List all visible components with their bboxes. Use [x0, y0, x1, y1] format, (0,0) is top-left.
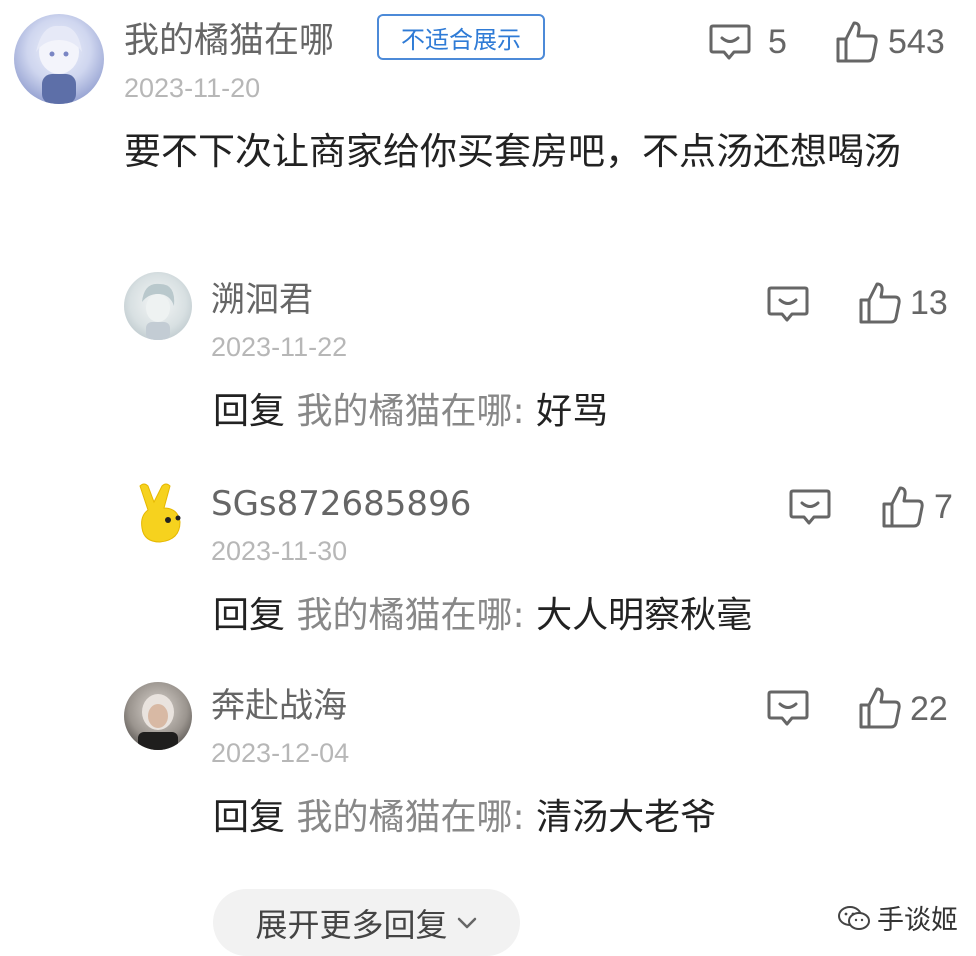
like-icon[interactable] [834, 19, 880, 65]
reply-target[interactable]: 我的橘猫在哪: [296, 391, 524, 432]
avatar-image-icon [139, 483, 181, 543]
reply-content: 好骂 [536, 391, 609, 432]
like-count: 22 [910, 690, 948, 728]
avatar-image-icon [138, 694, 178, 750]
avatar-image-icon [36, 25, 82, 104]
reply-author[interactable]: 溯洄君 [211, 283, 313, 317]
reply-author[interactable]: SGs872685896 [211, 487, 471, 521]
reply-text: 回复 我的橘猫在哪: 大人明察秋毫 [213, 598, 752, 634]
comment-icon[interactable] [766, 688, 810, 730]
reply-date: 2023-11-22 [211, 332, 348, 362]
like-icon[interactable] [857, 280, 903, 326]
reply-content: 清汤大老爷 [536, 797, 717, 838]
avatar[interactable] [124, 478, 192, 546]
expand-replies-label: 展开更多回复 [255, 905, 448, 944]
unsuitable-badge: 不适合展示 [377, 14, 545, 60]
watermark-text: 手谈姬 [877, 905, 958, 936]
wechat-icon [838, 905, 870, 930]
reply-text: 回复 我的橘猫在哪: 清汤大老爷 [213, 800, 716, 836]
comment-text: 要不下次让商家给你买套房吧，不点汤还想喝汤 [124, 130, 901, 173]
like-icon[interactable] [857, 685, 903, 731]
reply-text: 回复 我的橘猫在哪: 好骂 [213, 394, 608, 430]
reply-prefix: 回复 [213, 595, 286, 636]
avatar[interactable] [124, 272, 192, 340]
comment-date: 2023-11-20 [124, 73, 261, 103]
reply-content: 大人明察秋毫 [536, 595, 753, 636]
reply-target[interactable]: 我的橘猫在哪: [296, 595, 524, 636]
reply-prefix: 回复 [213, 797, 286, 838]
reply-author[interactable]: 奔赴战海 [211, 689, 347, 723]
reply-date: 2023-12-04 [211, 738, 350, 768]
comment-icon[interactable] [788, 487, 832, 529]
avatar[interactable] [124, 682, 192, 750]
reply-date: 2023-11-30 [211, 536, 348, 566]
avatar-image-icon [142, 283, 175, 340]
expand-replies-button[interactable]: 展开更多回复 [213, 889, 520, 956]
like-icon[interactable] [880, 484, 926, 530]
comment-icon[interactable] [708, 22, 752, 64]
like-count: 13 [910, 284, 948, 322]
reply-prefix: 回复 [213, 391, 286, 432]
watermark: 手谈姬 [837, 898, 958, 937]
avatar[interactable] [14, 14, 104, 104]
comment-author[interactable]: 我的橘猫在哪 [124, 24, 334, 59]
reply-count: 5 [768, 23, 787, 61]
like-count: 7 [934, 488, 953, 526]
reply-target[interactable]: 我的橘猫在哪: [296, 797, 524, 838]
like-count: 543 [888, 23, 945, 61]
comment-icon[interactable] [766, 284, 810, 326]
chevron-down-icon [457, 917, 476, 928]
